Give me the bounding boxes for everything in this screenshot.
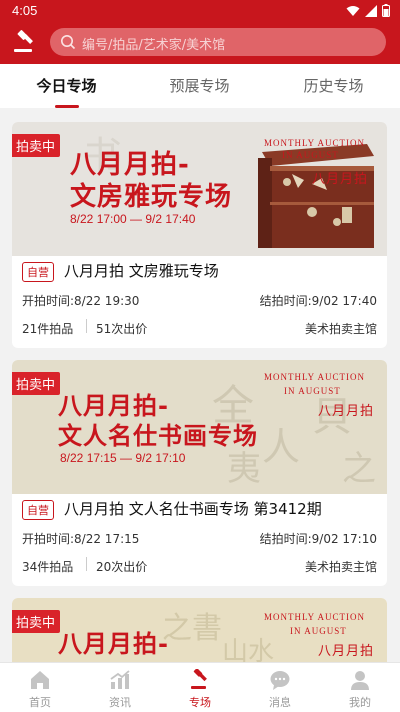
chat-icon: [270, 671, 290, 690]
bid-count: 20次出价: [96, 560, 148, 574]
home-icon: [31, 671, 49, 689]
tab-preview[interactable]: 预展专场: [133, 64, 266, 108]
auction-info: 自营 八月月拍 文人名仕书画专场 第3412期 开拍时间:8/22 17:15 …: [12, 494, 387, 586]
user-icon: [351, 671, 369, 690]
banner-title: 八月月拍-: [58, 630, 169, 658]
nav-home[interactable]: 首页: [0, 663, 80, 712]
banner-small-title: 八月月拍: [318, 644, 375, 659]
banner-time: 8/22 17:15 — 9/2 17:10: [60, 451, 186, 465]
self-run-tag: 自营: [22, 500, 54, 520]
tab-label: 预展专场: [169, 77, 230, 95]
battery-icon: [382, 4, 390, 17]
auction-card[interactable]: 全 人 貝 夷 之 拍卖中 八月月拍- 文人名仕书画专场 8/22 17:15 …: [12, 360, 387, 586]
nav-label: 资讯: [109, 696, 131, 709]
start-time: 开拍时间:8/22 17:15: [22, 532, 140, 546]
nav-label: 专场: [189, 696, 211, 709]
auction-info: 自营 八月月拍 文房雅玩专场 开拍时间:8/22 19:30 结拍时间:9/02…: [12, 256, 387, 348]
divider: [86, 319, 87, 333]
banner-small-title: 八月月拍: [318, 404, 375, 419]
tab-label: 今日专场: [36, 77, 97, 95]
nav-label: 消息: [269, 696, 291, 709]
end-time: 结拍时间:9/02 17:40: [259, 294, 377, 308]
tab-indicator: [54, 105, 79, 108]
banner-subtitle: 文人名仕书画专场: [58, 422, 258, 450]
auction-card[interactable]: 书 拍卖中 八月月拍- 文房雅玩专场 8/22 17:00 — 9/2 17:4…: [12, 122, 387, 348]
tab-today[interactable]: 今日专场: [0, 64, 133, 108]
nav-label: 首页: [29, 696, 51, 709]
end-time: 结拍时间:9/02 17:10: [259, 532, 377, 546]
status-time: 4:05: [12, 3, 38, 18]
svg-text:人: 人: [262, 425, 300, 469]
gavel-logo-icon: [14, 30, 33, 52]
signal-icon: [365, 4, 377, 17]
nav-messages[interactable]: 消息: [240, 663, 320, 712]
auction-house: 美术拍卖主馆: [304, 322, 377, 336]
lot-count: 21件拍品: [22, 322, 74, 336]
tab-bar: 今日专场 预展专场 历史专场: [0, 64, 400, 108]
self-run-tag: 自营: [22, 262, 54, 282]
svg-text:山水: 山水: [222, 637, 274, 662]
live-badge: 拍卖中: [12, 610, 61, 633]
tab-label: 历史专场: [303, 77, 364, 95]
auction-card[interactable]: 之書 山水 拍卖中 八月月拍- MONTHLY AUCTION IN AUGUS…: [12, 598, 387, 662]
search-input[interactable]: 编号/拍品/艺术家/美术馆: [50, 28, 386, 56]
live-badge: 拍卖中: [12, 372, 61, 395]
bottom-navigation: 首页 资讯 专场 消息 我的: [0, 662, 400, 712]
banner-english-2: IN AUGUST: [282, 150, 339, 160]
status-bar: 4:05: [0, 0, 400, 22]
start-time: 开拍时间:8/22 19:30: [22, 294, 140, 308]
lot-count: 34件拍品: [22, 560, 74, 574]
svg-text:之: 之: [342, 449, 376, 489]
bid-count: 51次出价: [96, 322, 148, 336]
nav-label: 我的: [349, 696, 371, 709]
banner-time: 8/22 17:00 — 9/2 17:40: [70, 212, 196, 226]
banner-english-2: IN AUGUST: [284, 386, 341, 396]
auction-banner[interactable]: 书 拍卖中 八月月拍- 文房雅玩专场 8/22 17:00 — 9/2 17:4…: [12, 122, 387, 256]
search-placeholder: 编号/拍品/艺术家/美术馆: [82, 38, 226, 53]
status-icons: [346, 4, 390, 17]
svg-text:之書: 之書: [162, 611, 222, 646]
chart-icon: [110, 670, 130, 689]
nav-news[interactable]: 资讯: [80, 663, 160, 712]
app-bar: 编号/拍品/艺术家/美术馆: [0, 22, 400, 64]
banner-small-title: 八月月拍: [312, 172, 369, 187]
banner-english: MONTHLY AUCTION: [264, 372, 366, 382]
nav-special[interactable]: 专场: [160, 663, 240, 712]
live-badge: 拍卖中: [12, 134, 61, 157]
svg-text:夷: 夷: [227, 449, 261, 489]
auction-title: 八月月拍 文房雅玩专场: [64, 262, 219, 280]
divider: [86, 557, 87, 571]
tab-history[interactable]: 历史专场: [267, 64, 400, 108]
auction-banner[interactable]: 全 人 貝 夷 之 拍卖中 八月月拍- 文人名仕书画专场 8/22 17:15 …: [12, 360, 387, 494]
auction-banner[interactable]: 之書 山水 拍卖中 八月月拍- MONTHLY AUCTION IN AUGUS…: [12, 598, 387, 662]
auction-title: 八月月拍 文人名仕书画专场 第3412期: [64, 500, 322, 518]
banner-subtitle: 文房雅玩专场: [70, 182, 233, 212]
banner-english: MONTHLY AUCTION: [264, 612, 366, 622]
banner-english-2: IN AUGUST: [290, 626, 347, 636]
nav-profile[interactable]: 我的: [320, 663, 400, 712]
search-icon: [61, 35, 76, 50]
auction-house: 美术拍卖主馆: [304, 560, 377, 574]
gavel-icon: [191, 669, 207, 689]
wifi-icon: [346, 5, 360, 16]
banner-english: MONTHLY AUCTION: [264, 138, 366, 148]
